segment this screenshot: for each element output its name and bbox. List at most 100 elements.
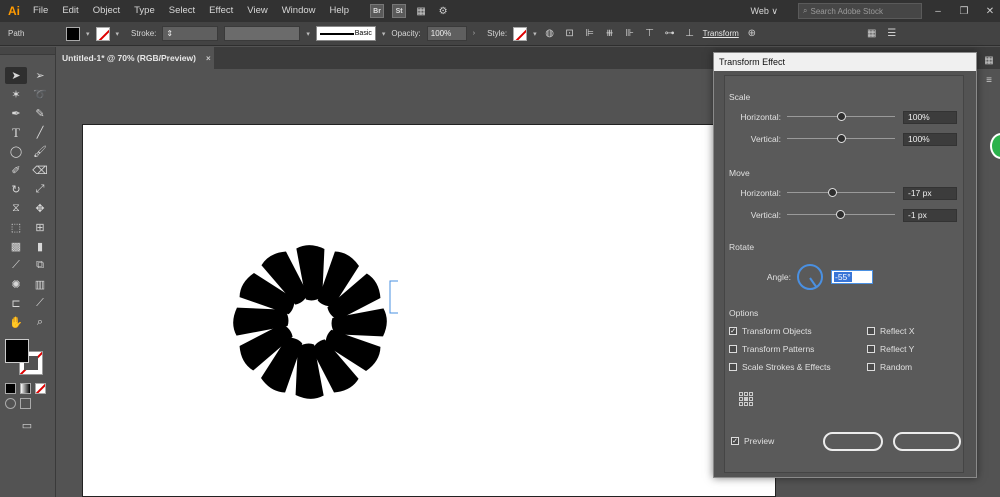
hand-tool-icon[interactable]: ✋ bbox=[5, 314, 27, 331]
pen-tool-icon[interactable]: ✒ bbox=[5, 105, 27, 122]
move-vertical-input[interactable]: -1 px bbox=[903, 208, 957, 222]
symbol-sprayer-tool-icon[interactable]: ✺ bbox=[5, 276, 27, 293]
fill-color-icon[interactable] bbox=[5, 339, 29, 363]
bridge-button[interactable]: Br bbox=[370, 4, 385, 18]
transform-objects-checkbox[interactable]: ✓ bbox=[729, 327, 737, 335]
zoom-tool-icon[interactable]: ⌕ bbox=[29, 314, 51, 331]
rotate-tool-icon[interactable]: ↻ bbox=[5, 181, 27, 198]
rotated-blades-artwork[interactable] bbox=[223, 235, 398, 410]
eraser-tool-icon[interactable]: ⌫ bbox=[29, 162, 51, 179]
menu-type[interactable]: Type bbox=[127, 0, 162, 22]
restore-icon[interactable]: ❐ bbox=[954, 6, 974, 17]
screen-mode-icon[interactable] bbox=[20, 398, 31, 409]
preview-checkbox[interactable]: ✓ bbox=[731, 437, 739, 445]
line-tool-icon[interactable]: ╱ bbox=[29, 124, 51, 141]
selection-tool-icon[interactable]: ➤ bbox=[5, 67, 27, 84]
preview-option[interactable]: ✓ Preview bbox=[731, 436, 774, 446]
menu-help[interactable]: Help bbox=[323, 0, 357, 22]
panel-arrange-icon[interactable]: ▦ bbox=[982, 53, 996, 67]
scale-tool-icon[interactable]: ⤢ bbox=[29, 181, 51, 198]
width-tool-icon[interactable]: ⧖ bbox=[5, 200, 27, 217]
perspective-grid-tool-icon[interactable]: ▩ bbox=[5, 238, 27, 255]
random-option[interactable]: Random bbox=[867, 362, 912, 372]
shape-builder-tool-icon[interactable]: ⊞ bbox=[29, 219, 51, 236]
angle-input[interactable]: -55° bbox=[831, 270, 873, 284]
ref-point[interactable] bbox=[744, 392, 748, 396]
magic-wand-tool-icon[interactable]: ✶ bbox=[5, 86, 27, 103]
align-center-icon[interactable]: ⧻ bbox=[603, 27, 617, 41]
ref-point[interactable] bbox=[749, 392, 753, 396]
panel-options-icon[interactable]: ≡ bbox=[982, 73, 996, 87]
stroke-weight-input[interactable]: ⇕ bbox=[162, 26, 219, 41]
fill-dropdown-icon[interactable]: ▾ bbox=[86, 30, 90, 38]
graphic-style-swatch[interactable] bbox=[513, 26, 528, 41]
ref-point[interactable] bbox=[739, 402, 743, 406]
reflect-x-option[interactable]: Reflect X bbox=[867, 326, 915, 336]
draw-mode-icon[interactable] bbox=[5, 398, 16, 409]
workspace-switcher[interactable]: Web ∨ bbox=[751, 6, 778, 17]
fill-stroke-widget[interactable] bbox=[5, 339, 49, 379]
ref-point[interactable] bbox=[749, 402, 753, 406]
move-vertical-slider[interactable] bbox=[787, 208, 895, 222]
free-transform-tool-icon[interactable]: ⬚ bbox=[5, 219, 27, 236]
brush-definition-select[interactable]: Basic bbox=[315, 26, 376, 41]
scale-horizontal-thumb[interactable] bbox=[837, 112, 846, 121]
menu-file[interactable]: File bbox=[26, 0, 55, 22]
stock-search-input[interactable]: ⌕ Search Adobe Stock bbox=[798, 3, 922, 19]
scale-horizontal-input[interactable]: 100% bbox=[903, 110, 957, 124]
curvature-tool-icon[interactable]: ✎ bbox=[29, 105, 51, 122]
none-mode-icon[interactable] bbox=[35, 383, 46, 394]
type-tool-icon[interactable]: T bbox=[5, 124, 27, 141]
reflect-x-checkbox[interactable] bbox=[867, 327, 875, 335]
stroke-swatch[interactable] bbox=[95, 26, 110, 41]
ref-point-selected[interactable] bbox=[744, 397, 748, 401]
ref-point[interactable] bbox=[739, 397, 743, 401]
scale-horizontal-slider[interactable] bbox=[787, 110, 895, 124]
gradient-mode-icon[interactable] bbox=[20, 383, 31, 394]
move-horizontal-input[interactable]: -17 px bbox=[903, 186, 957, 200]
menu-edit[interactable]: Edit bbox=[55, 0, 85, 22]
align-left-icon[interactable]: ⊫ bbox=[583, 27, 597, 41]
column-graph-tool-icon[interactable]: ▥ bbox=[29, 276, 51, 293]
paintbrush-tool-icon[interactable]: 🖌 bbox=[29, 143, 51, 160]
slice-tool-icon[interactable]: ⟋ bbox=[29, 295, 51, 312]
stock-button[interactable]: St bbox=[392, 4, 407, 18]
random-checkbox[interactable] bbox=[867, 363, 875, 371]
arrange-icon[interactable]: ▦ bbox=[865, 27, 879, 41]
reflect-y-option[interactable]: Reflect Y bbox=[867, 344, 914, 354]
dialog-title[interactable]: Transform Effect bbox=[714, 53, 976, 71]
stroke-dropdown-icon[interactable]: ▾ bbox=[116, 30, 120, 38]
cancel-button[interactable] bbox=[893, 432, 961, 451]
ok-button[interactable] bbox=[823, 432, 883, 451]
move-horizontal-thumb[interactable] bbox=[828, 188, 837, 197]
edit-toolbar-icon[interactable]: ▭ bbox=[16, 417, 38, 434]
lasso-tool-icon[interactable]: ➰ bbox=[29, 86, 51, 103]
style-dropdown-icon[interactable]: ▾ bbox=[533, 30, 537, 38]
isolate-icon[interactable]: ⊕ bbox=[745, 27, 759, 41]
variable-width-profile[interactable] bbox=[224, 26, 301, 41]
recolor-artwork-icon[interactable]: ◍ bbox=[543, 27, 557, 41]
close-window-icon[interactable]: ✕ bbox=[980, 6, 1000, 17]
align-right-icon[interactable]: ⊪ bbox=[623, 27, 637, 41]
blend-tool-icon[interactable]: ⧉ bbox=[29, 257, 51, 274]
menu-view[interactable]: View bbox=[240, 0, 274, 22]
brush-dropdown-icon[interactable]: ▾ bbox=[382, 30, 386, 38]
menu-effect[interactable]: Effect bbox=[202, 0, 240, 22]
scale-vertical-input[interactable]: 100% bbox=[903, 132, 957, 146]
shaper-tool-icon[interactable]: ✐ bbox=[5, 162, 27, 179]
scale-strokes-option[interactable]: Scale Strokes & Effects bbox=[729, 362, 831, 372]
transform-patterns-checkbox[interactable] bbox=[729, 345, 737, 353]
artboard[interactable] bbox=[82, 124, 776, 497]
scale-vertical-slider[interactable] bbox=[787, 132, 895, 146]
minimize-icon[interactable]: – bbox=[928, 6, 948, 17]
reflect-y-checkbox[interactable] bbox=[867, 345, 875, 353]
ref-point[interactable] bbox=[744, 402, 748, 406]
gpu-performance-icon[interactable]: ⚙ bbox=[436, 4, 450, 18]
panel-menu-icon[interactable]: ☰ bbox=[885, 27, 899, 41]
close-tab-icon[interactable]: × bbox=[206, 54, 211, 63]
eyedropper-tool-icon[interactable]: ⟋ bbox=[5, 257, 27, 274]
artboard-tool-icon[interactable]: ⊏ bbox=[5, 295, 27, 312]
scale-vertical-thumb[interactable] bbox=[837, 134, 846, 143]
toolbar-grip[interactable] bbox=[0, 47, 55, 55]
transform-patterns-option[interactable]: Transform Patterns bbox=[729, 344, 814, 354]
